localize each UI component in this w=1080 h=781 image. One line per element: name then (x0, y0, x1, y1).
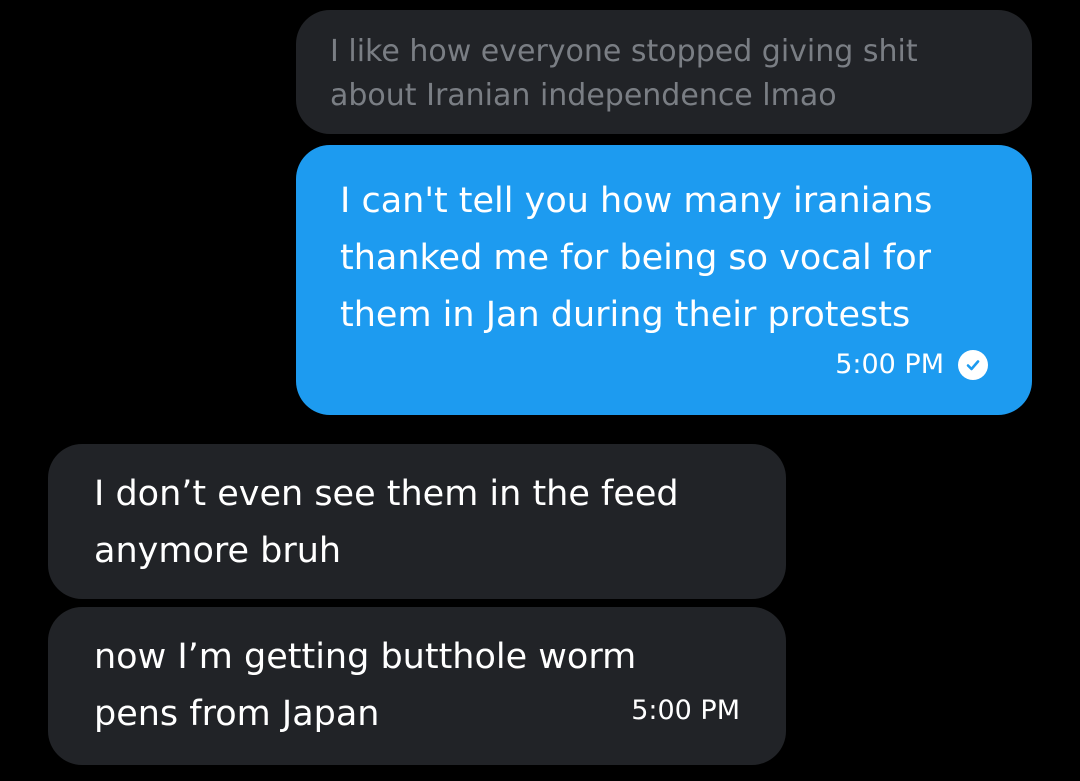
check-circle-icon (958, 349, 988, 380)
quoted-message-text: I like how everyone stopped giving shit … (330, 34, 918, 113)
quoted-message-bubble[interactable]: I like how everyone stopped giving shit … (296, 10, 1032, 134)
sent-message-bubble[interactable]: I can't tell you how many iranians thank… (296, 145, 1032, 415)
sent-message-meta: 5:00 PM (835, 336, 988, 393)
sent-message-timestamp: 5:00 PM (835, 349, 944, 380)
received-message-text: I don’t even see them in the feed anymor… (94, 474, 679, 571)
received-message-bubble[interactable]: I don’t even see them in the feed anymor… (48, 444, 786, 599)
message-thread: I like how everyone stopped giving shit … (0, 0, 1080, 781)
received-message-timestamp: 5:00 PM (631, 695, 740, 726)
sent-message-text: I can't tell you how many iranians thank… (340, 181, 933, 335)
received-message-bubble[interactable]: now I’m getting butthole worm pens from … (48, 607, 786, 765)
